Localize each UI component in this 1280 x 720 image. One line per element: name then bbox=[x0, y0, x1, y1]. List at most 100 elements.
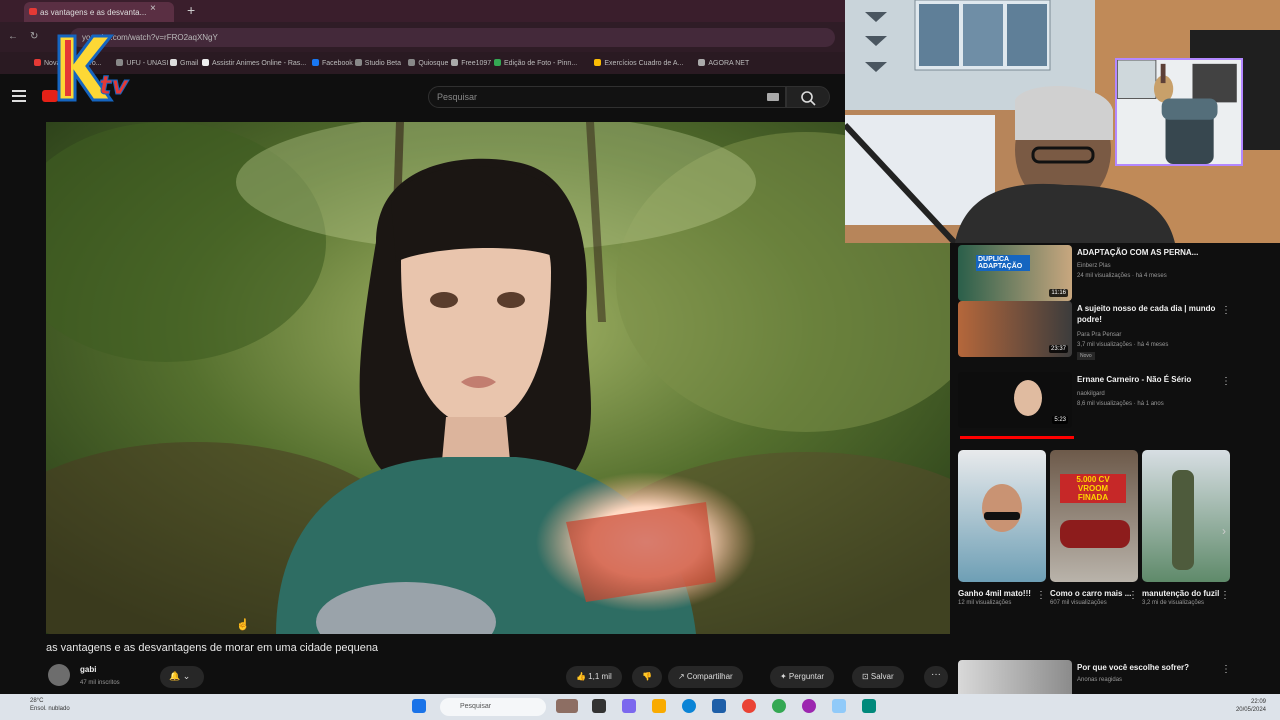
menu-icon[interactable] bbox=[12, 90, 26, 105]
bookmark-favicon-icon bbox=[408, 59, 416, 66]
bookmark-item[interactable]: AGORA NET bbox=[698, 59, 749, 67]
chrome-icon[interactable] bbox=[742, 699, 756, 713]
video-duration: 23:37 bbox=[1048, 345, 1068, 353]
channel-name[interactable]: gabi bbox=[80, 665, 96, 674]
bookmark-item[interactable]: Assistir Animes Online - Ras... bbox=[202, 59, 306, 67]
chrome-profile-icon[interactable] bbox=[772, 699, 786, 713]
store-icon[interactable] bbox=[712, 699, 726, 713]
recommendation-item[interactable]: 5:23 Ernane Carneiro - Não É Sério naoki… bbox=[958, 372, 1238, 439]
recommendation-item[interactable]: Por que você escolhe sofrer? Anonas reag… bbox=[958, 660, 1238, 694]
more-options-icon[interactable]: ⋮ bbox=[1221, 305, 1231, 316]
more-options-icon[interactable]: ⋮ bbox=[1221, 376, 1231, 387]
video-title[interactable]: ADAPTAÇÃO COM AS PERNA... bbox=[1077, 247, 1217, 258]
app-icon[interactable] bbox=[862, 699, 876, 713]
thumbnail-face bbox=[1014, 380, 1042, 416]
video-player[interactable]: ☝ bbox=[46, 122, 950, 634]
search-button[interactable] bbox=[786, 86, 830, 108]
more-actions-button[interactable]: ··· bbox=[924, 666, 948, 688]
notification-bell-button[interactable]: 🔔 ⌄ bbox=[160, 666, 204, 688]
more-options-icon[interactable]: ⋮ bbox=[1220, 590, 1230, 601]
reload-icon[interactable]: ↻ bbox=[30, 31, 38, 42]
bookmark-favicon-icon bbox=[594, 59, 602, 66]
pip-camera bbox=[1115, 58, 1243, 166]
short-item[interactable]: 5.000 CV VROOM FINADA Como o carro mais … bbox=[1050, 450, 1138, 608]
channel-avatar[interactable] bbox=[48, 664, 70, 686]
bookmark-label: Assistir Animes Online - Ras... bbox=[212, 60, 307, 67]
bookmark-label: AGORA NET bbox=[708, 60, 750, 67]
short-thumbnail[interactable] bbox=[958, 450, 1046, 582]
sunglasses-icon bbox=[984, 512, 1020, 520]
short-item[interactable]: manutenção do fuzil 3,2 mi de visualizaç… bbox=[1142, 450, 1230, 608]
back-icon[interactable]: ← bbox=[8, 31, 18, 42]
dislike-button[interactable]: 👎 bbox=[632, 666, 662, 688]
taskbar-search[interactable]: Pesquisar bbox=[440, 698, 546, 716]
weather-widget[interactable]: 28°C Ensol. nublado bbox=[30, 697, 70, 713]
video-meta: 24 mil visualizações · há 4 meses bbox=[1077, 273, 1167, 279]
short-title[interactable]: Como o carro mais ... bbox=[1050, 588, 1138, 599]
bookmark-item[interactable]: Edição de Foto - Pinn... bbox=[494, 59, 577, 67]
app-icon[interactable] bbox=[622, 699, 636, 713]
webcam-overlay bbox=[845, 0, 1280, 243]
short-thumbnail[interactable] bbox=[1142, 450, 1230, 582]
tab-close-icon[interactable]: × bbox=[150, 3, 156, 14]
bookmark-favicon-icon bbox=[451, 59, 459, 66]
channel-name[interactable]: Anonas reagidas bbox=[1077, 676, 1217, 685]
bookmark-item[interactable]: Studio Beta bbox=[354, 59, 401, 67]
video-title[interactable]: A sujeito nosso de cada dia | mundo podr… bbox=[1077, 303, 1217, 325]
task-view-icon[interactable] bbox=[592, 699, 606, 713]
new-tab-button[interactable]: + bbox=[187, 2, 195, 18]
mouse-cursor: ☝ bbox=[236, 619, 250, 631]
video-thumbnail[interactable]: 23:37 bbox=[958, 301, 1072, 357]
more-options-icon[interactable]: ⋮ bbox=[1128, 590, 1138, 601]
start-icon[interactable] bbox=[412, 699, 426, 713]
save-button[interactable]: ⊡ Salvar bbox=[852, 666, 904, 688]
bookmark-item[interactable]: Gmail bbox=[170, 59, 198, 67]
bookmark-item[interactable]: Free1097 bbox=[451, 59, 491, 67]
short-title[interactable]: manutenção do fuzil bbox=[1142, 588, 1230, 599]
recommendation-item[interactable]: DUPLICA ADAPTAÇÃO 11:16 ADAPTAÇÃO COM AS… bbox=[958, 245, 1238, 307]
video-title[interactable]: Ernane Carneiro - Não É Sério bbox=[1077, 374, 1217, 385]
short-title[interactable]: Ganho 4mil mato!!! bbox=[958, 588, 1046, 599]
ktv-logo: tv bbox=[57, 34, 130, 102]
short-item[interactable]: Ganho 4mil mato!!! 12 mil visualizações … bbox=[958, 450, 1046, 608]
edge-icon[interactable] bbox=[682, 699, 696, 713]
video-duration: 11:16 bbox=[1049, 289, 1068, 297]
search-input[interactable]: Pesquisar bbox=[428, 86, 786, 108]
bookmark-favicon-icon bbox=[312, 59, 319, 66]
thumbnail-face bbox=[982, 484, 1022, 532]
browser-tab-bar: as vantagens e as desvanta... × + bbox=[0, 0, 845, 22]
more-options-icon[interactable]: ⋮ bbox=[1036, 590, 1046, 601]
video-thumbnail[interactable]: 5:23 bbox=[958, 372, 1072, 428]
short-thumbnail[interactable]: 5.000 CV VROOM FINADA bbox=[1050, 450, 1138, 582]
svg-text:tv: tv bbox=[99, 71, 129, 101]
ask-button[interactable]: ✦ Perguntar bbox=[770, 666, 835, 688]
recommendation-item[interactable]: 23:37 A sujeito nosso de cada dia | mund… bbox=[958, 301, 1238, 363]
bookmark-item[interactable]: Facebook bbox=[312, 59, 353, 67]
like-button[interactable]: 👍 1,1 mil bbox=[566, 666, 622, 688]
keyboard-icon[interactable] bbox=[767, 93, 779, 101]
bookmark-label: Exercícios Cuadro de A... bbox=[604, 60, 684, 67]
url-field[interactable]: youtube.com/watch?v=rFRO2aqXNgY bbox=[70, 28, 835, 47]
bookmark-favicon-icon bbox=[170, 59, 177, 66]
bookmark-item[interactable]: Exercícios Cuadro de A... bbox=[594, 59, 683, 67]
chevron-right-icon[interactable]: › bbox=[1222, 524, 1226, 538]
video-title[interactable]: Por que você escolhe sofrer? bbox=[1077, 662, 1217, 673]
file-explorer-icon[interactable] bbox=[652, 699, 666, 713]
bookmark-label: Studio Beta bbox=[364, 60, 401, 67]
channel-name[interactable]: Einberz Plas bbox=[1077, 262, 1217, 271]
video-thumbnail[interactable]: DUPLICA ADAPTAÇÃO 11:16 bbox=[958, 245, 1072, 301]
app-icon[interactable] bbox=[802, 699, 816, 713]
system-clock[interactable]: 22:09 20/05/2024 bbox=[1236, 698, 1266, 714]
bookmark-favicon-icon bbox=[202, 59, 209, 66]
share-button[interactable]: ↗ Compartilhar bbox=[668, 666, 743, 688]
channel-name[interactable]: naokilgard bbox=[1077, 390, 1217, 399]
video-thumbnail[interactable] bbox=[958, 660, 1072, 694]
bookmark-label: Facebook bbox=[322, 60, 353, 67]
widgets-icon[interactable] bbox=[556, 699, 578, 713]
more-options-icon[interactable]: ⋮ bbox=[1221, 664, 1231, 675]
app-icon[interactable] bbox=[832, 699, 846, 713]
tab-title: as vantagens e as desvanta... bbox=[40, 8, 147, 17]
bookmark-favicon-icon bbox=[494, 59, 501, 66]
bookmark-item[interactable]: Quiosque bbox=[408, 59, 448, 67]
channel-name[interactable]: Para Pra Pensar bbox=[1077, 331, 1217, 340]
